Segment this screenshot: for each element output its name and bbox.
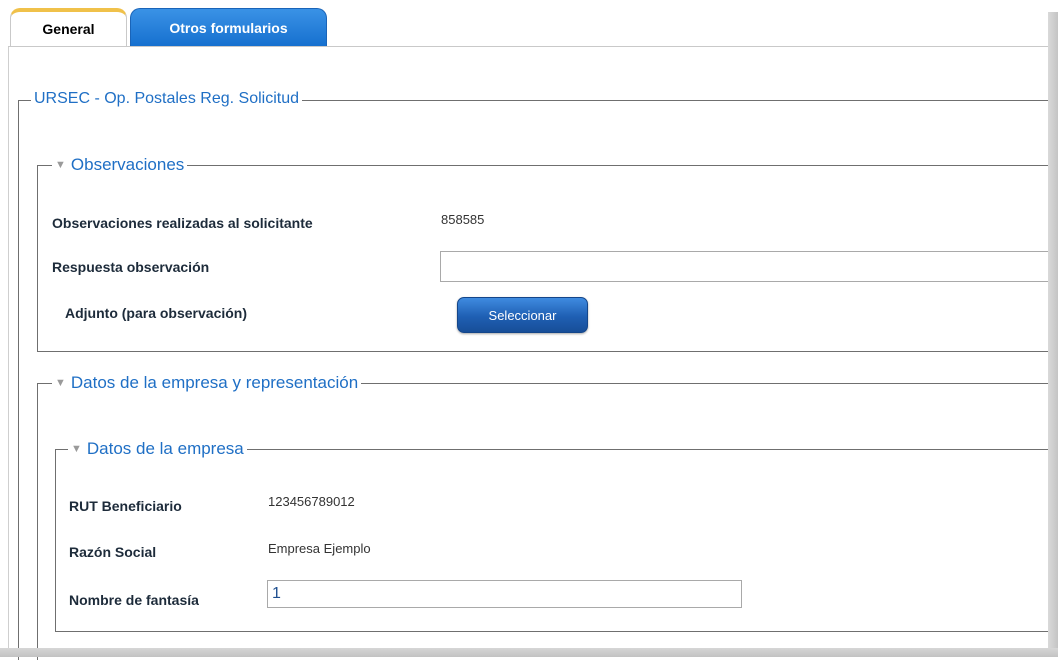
rut-beneficiario-value: 123456789012 (268, 494, 355, 509)
datos-empresa-legend[interactable]: ▼ Datos de la empresa (68, 439, 247, 459)
nombre-fantasia-input[interactable] (267, 580, 742, 608)
page-left-border (8, 46, 9, 650)
window-shadow-bottom (0, 648, 1058, 657)
observaciones-realizadas-value: 858585 (441, 212, 485, 227)
tab-general-label: General (42, 21, 95, 37)
tab-general[interactable]: General (10, 8, 127, 46)
datos-empresa-representacion-legend[interactable]: ▼ Datos de la empresa y representación (52, 373, 362, 393)
collapse-triangle-icon[interactable]: ▼ (55, 377, 66, 389)
datos-empresa-legend-label: Datos de la empresa (86, 439, 244, 458)
razon-social-value: Empresa Ejemplo (268, 541, 371, 556)
observaciones-legend[interactable]: ▼ Observaciones (52, 155, 188, 175)
tab-otros-formularios-label: Otros formularios (169, 19, 288, 36)
rut-beneficiario-label: RUT Beneficiario (69, 498, 182, 514)
observaciones-realizadas-label: Observaciones realizadas al solicitante (52, 215, 313, 231)
seleccionar-button[interactable]: Seleccionar (457, 297, 588, 333)
window-shadow-right (1048, 12, 1058, 657)
razon-social-label: Razón Social (69, 544, 157, 560)
form-title: URSEC - Op. Postales Reg. Solicitud (31, 90, 302, 108)
tab-divider (8, 46, 1048, 47)
collapse-triangle-icon[interactable]: ▼ (55, 159, 66, 171)
datos-empresa-representacion-legend-label: Datos de la empresa y representación (70, 373, 359, 392)
collapse-triangle-icon[interactable]: ▼ (71, 443, 82, 455)
observaciones-legend-label: Observaciones (70, 155, 185, 174)
adjunto-label: Adjunto (para observación) (65, 305, 248, 321)
nombre-fantasia-label: Nombre de fantasía (69, 592, 199, 608)
respuesta-observacion-input[interactable] (440, 251, 1058, 282)
tab-otros-formularios[interactable]: Otros formularios (130, 8, 327, 46)
respuesta-observacion-label: Respuesta observación (52, 259, 210, 275)
